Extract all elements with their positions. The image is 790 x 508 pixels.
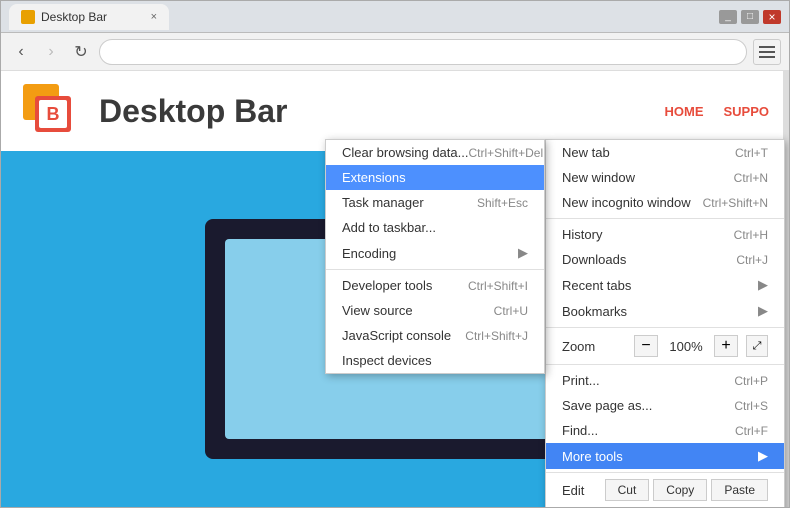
copy-btn[interactable]: Copy — [653, 479, 707, 501]
menu-divider-4 — [546, 472, 784, 473]
logo-text: Desktop Bar — [99, 93, 288, 130]
submenu-item-viewsource[interactable]: View source Ctrl+U — [326, 298, 544, 323]
title-bar: Desktop Bar × _ □ × — [1, 1, 789, 33]
tab-close-btn[interactable]: × — [151, 11, 157, 23]
menu-item-history[interactable]: History Ctrl+H — [546, 222, 784, 247]
zoom-label: Zoom — [562, 339, 626, 354]
submenu-item-extensions[interactable]: Extensions — [326, 165, 544, 190]
menu-item-bookmarks[interactable]: Bookmarks ▶ — [546, 298, 784, 324]
edit-row: Edit Cut Copy Paste — [546, 476, 784, 504]
logo-inner: B — [39, 100, 67, 128]
paste-btn[interactable]: Paste — [711, 479, 768, 501]
menu-divider-2 — [546, 327, 784, 328]
page-nav-links: HOME SUPPO — [664, 104, 769, 119]
cut-btn[interactable]: Cut — [605, 479, 650, 501]
close-btn[interactable]: × — [763, 10, 781, 24]
menu-item-moretools[interactable]: More tools ▶ — [546, 443, 784, 469]
zoom-minus-btn[interactable]: − — [634, 335, 658, 357]
browser-tab[interactable]: Desktop Bar × — [9, 4, 169, 30]
page-content: B Desktop Bar HOME SUPPO Clear browsing … — [1, 71, 789, 507]
menu-item-newtab[interactable]: New tab Ctrl+T — [546, 140, 784, 165]
zoom-row: Zoom − 100% + ⤢ — [546, 331, 784, 361]
tab-title: Desktop Bar — [41, 10, 107, 24]
tab-favicon — [21, 10, 35, 24]
submenu-item-taskmanager[interactable]: Task manager Shift+Esc — [326, 190, 544, 215]
chrome-menu: New tab Ctrl+T New window Ctrl+N New inc… — [545, 139, 785, 507]
maximize-btn[interactable]: □ — [741, 10, 759, 24]
menu-item-newwindow[interactable]: New window Ctrl+N — [546, 165, 784, 190]
sub-menu: Clear browsing data... Ctrl+Shift+Del Ex… — [325, 139, 545, 374]
menu-item-downloads[interactable]: Downloads Ctrl+J — [546, 247, 784, 272]
forward-btn[interactable]: › — [39, 40, 63, 64]
submenu-item-addtaskbar[interactable]: Add to taskbar... — [326, 215, 544, 240]
nav-link-home[interactable]: HOME — [664, 104, 703, 119]
submenu-item-devtools[interactable]: Developer tools Ctrl+Shift+I — [326, 273, 544, 298]
menu-item-incognito[interactable]: New incognito window Ctrl+Shift+N — [546, 190, 784, 215]
browser-window: Desktop Bar × _ □ × ‹ › ↻ B De — [0, 0, 790, 508]
edit-label: Edit — [562, 483, 601, 498]
logo-box: B — [21, 82, 79, 140]
back-btn[interactable]: ‹ — [9, 40, 33, 64]
refresh-btn[interactable]: ↻ — [69, 40, 93, 64]
submenu-item-encoding[interactable]: Encoding ▶ — [326, 240, 544, 266]
title-bar-controls: _ □ × — [719, 10, 781, 24]
zoom-plus-btn[interactable]: + — [714, 335, 738, 357]
menu-item-recenttabs[interactable]: Recent tabs ▶ — [546, 272, 784, 298]
logo-d: B — [47, 104, 60, 125]
submenu-divider-1 — [326, 269, 544, 270]
submenu-item-clear[interactable]: Clear browsing data... Ctrl+Shift+Del — [326, 140, 544, 165]
menu-divider-1 — [546, 218, 784, 219]
nav-link-support[interactable]: SUPPO — [723, 104, 769, 119]
menu-item-savepage[interactable]: Save page as... Ctrl+S — [546, 393, 784, 418]
address-bar[interactable] — [99, 39, 747, 65]
zoom-value: 100% — [666, 339, 706, 354]
menu-item-find[interactable]: Find... Ctrl+F — [546, 418, 784, 443]
chrome-menu-btn[interactable] — [753, 39, 781, 65]
submenu-item-jsconsole[interactable]: JavaScript console Ctrl+Shift+J — [326, 323, 544, 348]
zoom-expand-btn[interactable]: ⤢ — [746, 335, 768, 357]
menu-item-print[interactable]: Print... Ctrl+P — [546, 368, 784, 393]
submenu-item-inspect[interactable]: Inspect devices — [326, 348, 544, 373]
minimize-btn[interactable]: _ — [719, 10, 737, 24]
menu-divider-3 — [546, 364, 784, 365]
nav-bar: ‹ › ↻ — [1, 33, 789, 71]
